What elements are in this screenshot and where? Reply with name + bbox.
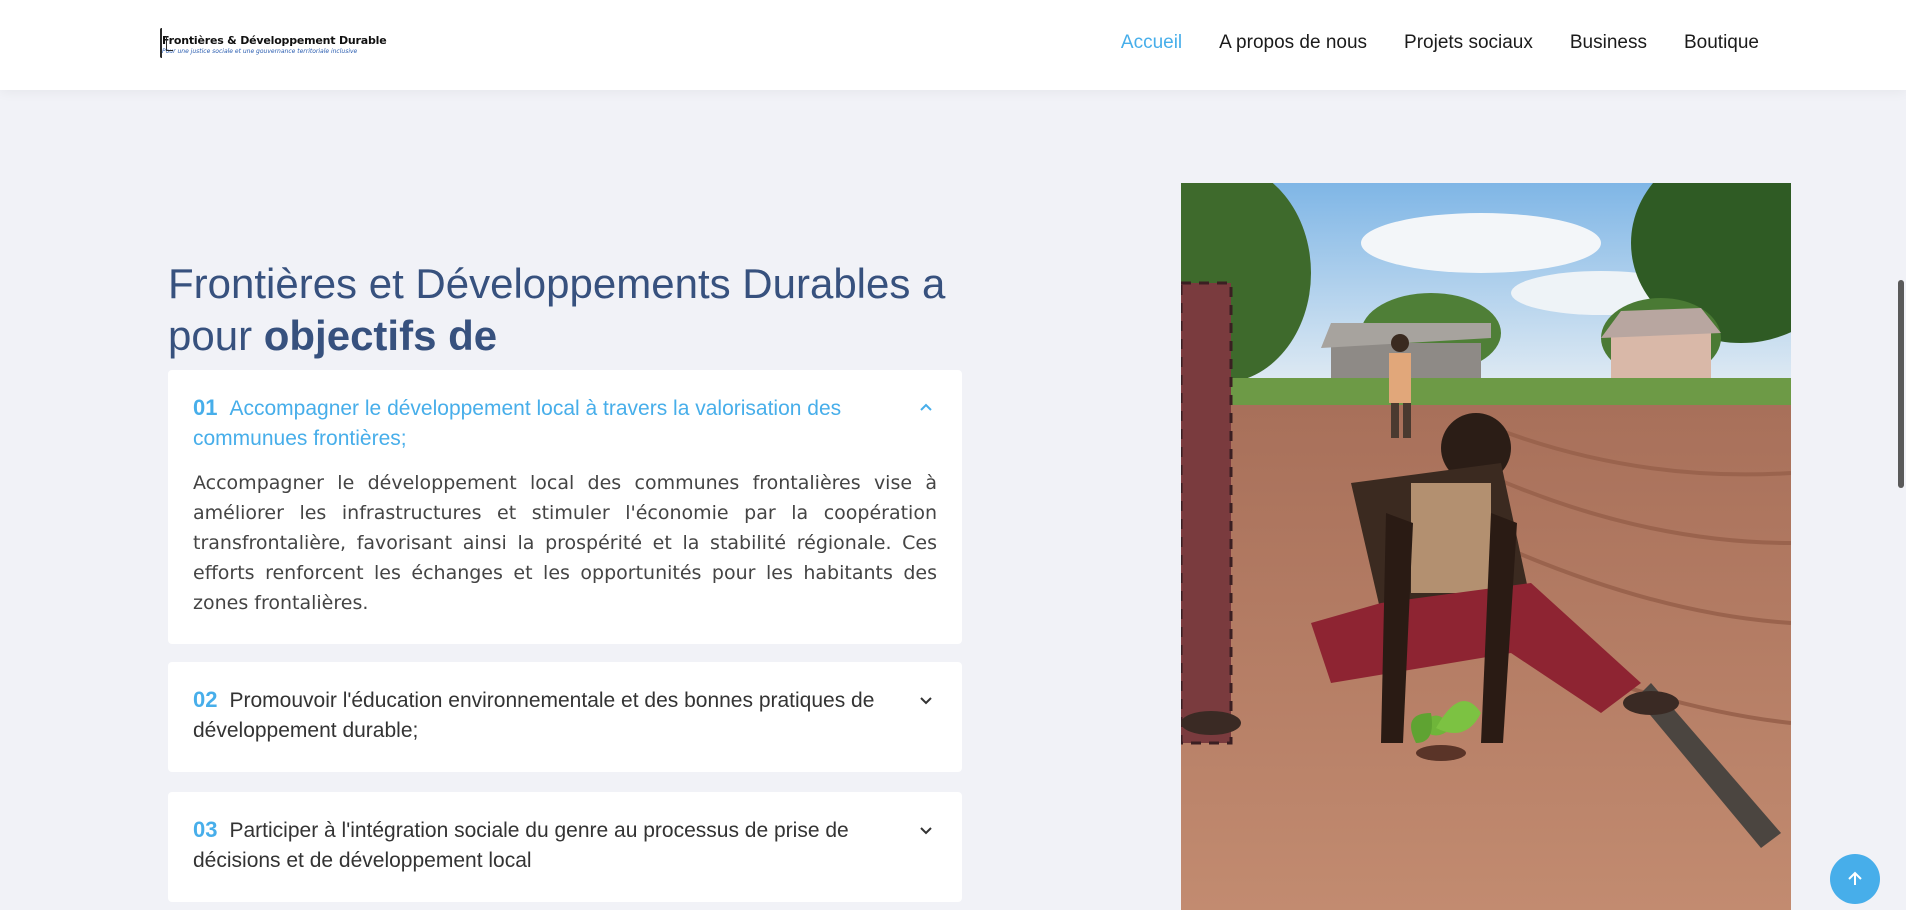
accordion-item-02: 02 Promouvoir l'éducation environnemental…	[168, 662, 962, 772]
tree-planting-photo	[1181, 183, 1791, 910]
accordion-number: 03	[193, 817, 218, 842]
accordion-title: Promouvoir l'éducation environnementale …	[193, 689, 875, 742]
accordion-title: Accompagner le développement local à tra…	[193, 397, 842, 450]
site-logo[interactable]: Frontières & Développement Durable Pour …	[160, 28, 387, 62]
section-heading-strong: objectifs de	[263, 312, 498, 359]
nav-item-boutique[interactable]: Boutique	[1684, 32, 1759, 54]
site-header: Frontières & Développement Durable Pour …	[0, 0, 1906, 90]
accordion-number: 02	[193, 687, 218, 712]
accordion-header-01[interactable]: 01 Accompagner le développement local à t…	[168, 370, 962, 454]
accordion-item-03: 03 Participer à l'intégration sociale du …	[168, 792, 962, 902]
accordion-number: 01	[193, 395, 218, 420]
nav-item-accueil[interactable]: Accueil	[1121, 32, 1182, 54]
main-nav: Accueil A propos de nous Projets sociaux…	[1084, 32, 1759, 54]
page-scrollbar[interactable]	[1896, 0, 1906, 910]
chevron-down-icon[interactable]	[920, 694, 932, 706]
accordion-body-01: Accompagner le développement local des c…	[193, 472, 937, 614]
logo-title: Frontières & Développement Durable	[162, 34, 387, 47]
nav-item-projets-sociaux[interactable]: Projets sociaux	[1404, 32, 1533, 54]
arrow-up-icon	[1848, 871, 1862, 885]
accordion-header-02[interactable]: 02 Promouvoir l'éducation environnemental…	[168, 662, 962, 746]
scrollbar-thumb[interactable]	[1898, 280, 1904, 488]
chevron-up-icon[interactable]	[920, 402, 932, 414]
back-to-top-button[interactable]	[1830, 854, 1880, 904]
accordion-item-01: 01 Accompagner le développement local à t…	[168, 370, 962, 644]
nav-item-business[interactable]: Business	[1570, 32, 1647, 54]
logo-tagline: Pour une justice sociale et une gouverna…	[162, 48, 358, 55]
accordion-header-03[interactable]: 03 Participer à l'intégration sociale du …	[168, 792, 962, 876]
logo-icon	[160, 28, 173, 58]
nav-item-a-propos[interactable]: A propos de nous	[1219, 32, 1367, 54]
section-heading: Frontières et Développements Durables a …	[168, 258, 968, 362]
chevron-down-icon[interactable]	[920, 824, 932, 836]
accordion-title: Participer à l'intégration sociale du ge…	[193, 819, 849, 872]
